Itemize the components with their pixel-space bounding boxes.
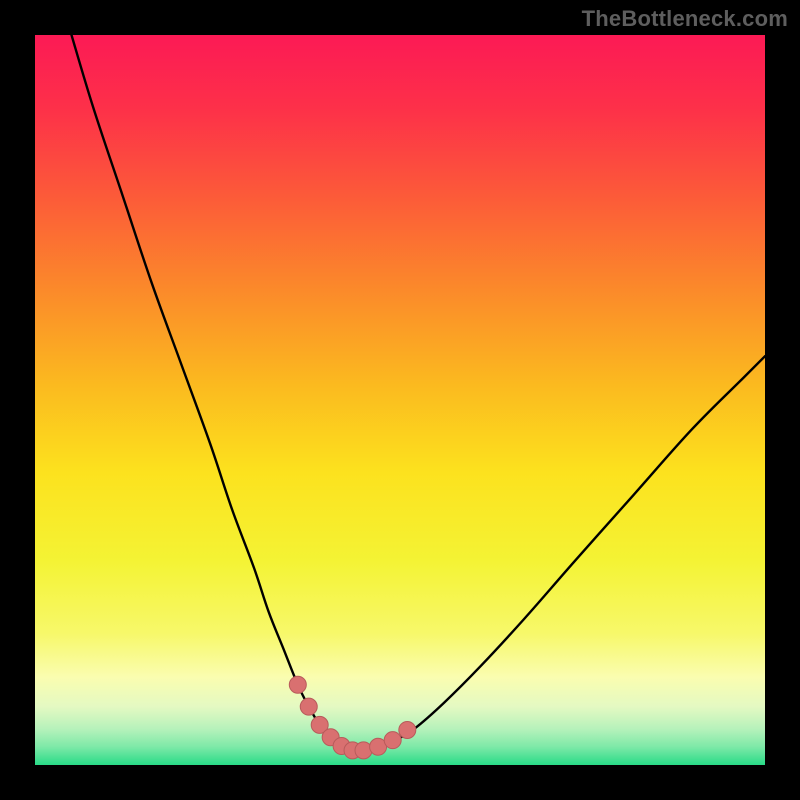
curve-layer bbox=[35, 35, 765, 765]
marker-point bbox=[384, 732, 401, 749]
watermark-text: TheBottleneck.com bbox=[582, 6, 788, 32]
marker-point bbox=[399, 721, 416, 738]
plot-area bbox=[35, 35, 765, 765]
marker-point bbox=[289, 676, 306, 693]
marker-group bbox=[289, 676, 416, 759]
marker-point bbox=[300, 698, 317, 715]
bottleneck-curve bbox=[72, 35, 766, 751]
chart-frame: TheBottleneck.com bbox=[0, 0, 800, 800]
